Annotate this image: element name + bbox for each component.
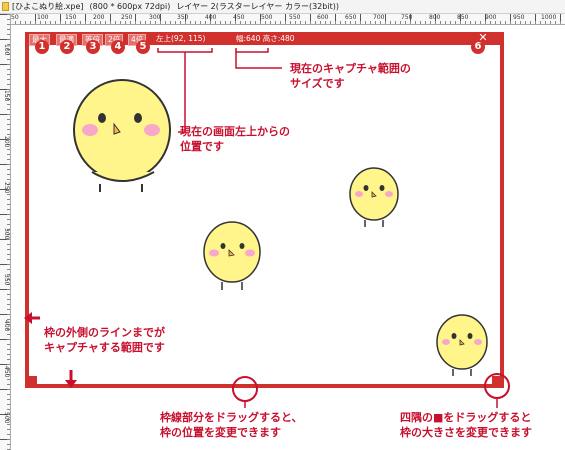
note-line: 現在の画面左上からの [180, 125, 290, 138]
note-line: 現在のキャプチャ範囲の [290, 62, 411, 75]
note-line: 枠の位置を変更できます [160, 426, 281, 439]
note-line: 枠の外側のラインまでが [44, 326, 165, 339]
note-line: 四隅の■をドラッグすると [400, 411, 532, 424]
note-line: キャプチャする範囲です [44, 341, 165, 354]
annotation-overlay [24, 48, 510, 408]
size-note: 現在のキャプチャ範囲の サイズです [290, 61, 411, 91]
capture-edge-note: 枠の外側のラインまでが キャプチャする範囲です [44, 325, 165, 355]
note-line: 位置です [180, 140, 224, 153]
drag-frame-note: 枠線部分をドラッグすると、 枠の位置を変更できます [160, 410, 303, 440]
note-line: 枠の大きさを変更できます [400, 426, 532, 439]
position-note: 現在の画面左上からの 位置です [180, 124, 290, 154]
note-line: 枠線部分をドラッグすると、 [160, 411, 303, 424]
drag-corner-note: 四隅の■をドラッグすると 枠の大きさを変更できます [400, 410, 532, 440]
note-line: サイズです [290, 77, 345, 90]
